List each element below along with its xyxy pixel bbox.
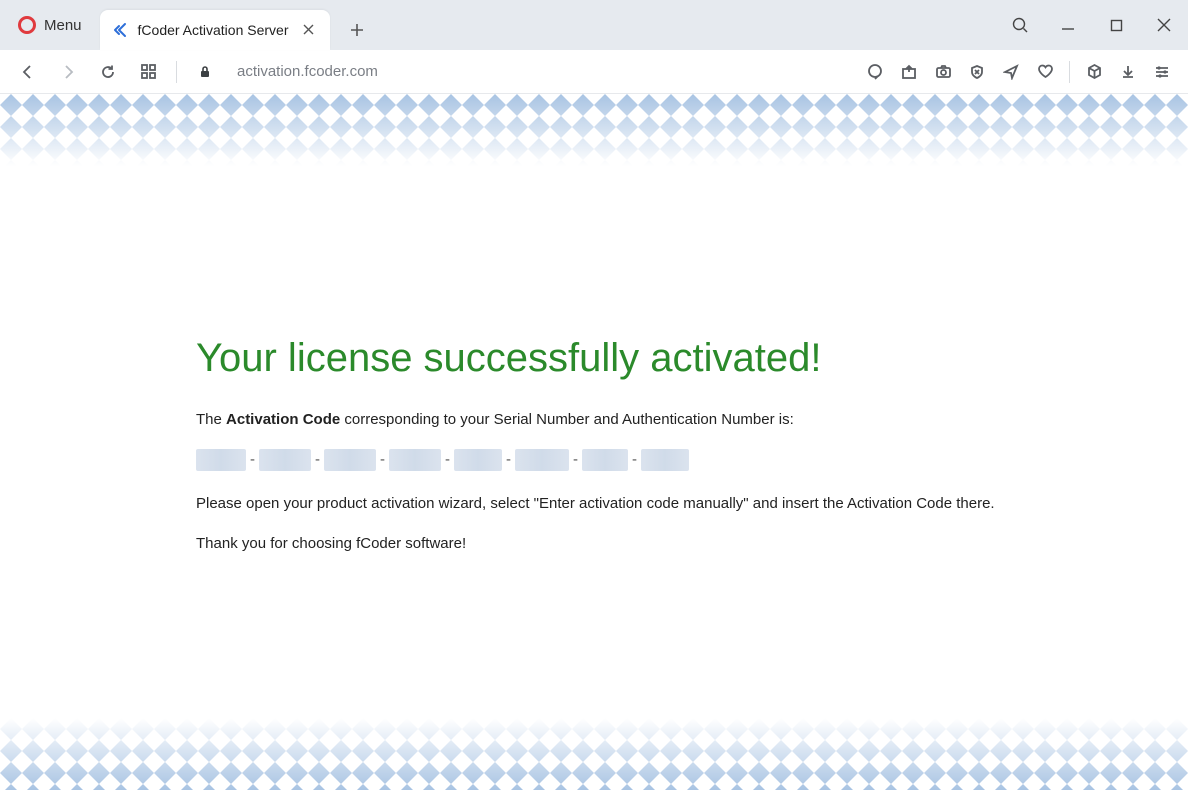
- code-segment: [582, 449, 628, 471]
- share-icon[interactable]: [893, 54, 925, 90]
- thanks-paragraph: Thank you for choosing fCoder software!: [196, 533, 1188, 555]
- code-segment: [641, 449, 689, 471]
- shield-icon[interactable]: [961, 54, 993, 90]
- decorative-band-bottom: [0, 718, 1188, 790]
- url-text[interactable]: activation.fcoder.com: [237, 63, 378, 80]
- tab-close-icon[interactable]: [299, 22, 318, 39]
- divider: [176, 61, 177, 83]
- code-separator: -: [573, 451, 578, 468]
- snapshot-icon[interactable]: [927, 54, 959, 90]
- code-segment: [515, 449, 569, 471]
- code-segment: [389, 449, 441, 471]
- new-tab-button[interactable]: [340, 13, 374, 47]
- decorative-band-top: [0, 94, 1188, 166]
- heart-icon[interactable]: [1029, 54, 1061, 90]
- code-separator: -: [380, 451, 385, 468]
- code-separator: -: [445, 451, 450, 468]
- divider: [1069, 61, 1070, 83]
- easy-setup-icon[interactable]: [1146, 54, 1178, 90]
- cube-icon[interactable]: [1078, 54, 1110, 90]
- opera-logo-icon: [18, 16, 36, 34]
- search-icon[interactable]: [996, 0, 1044, 50]
- titlebar: Menu fCoder Activation Server: [0, 0, 1188, 50]
- reload-button[interactable]: [90, 54, 126, 90]
- code-segment: [196, 449, 246, 471]
- close-icon[interactable]: [1140, 0, 1188, 50]
- tab-title: fCoder Activation Server: [138, 22, 289, 38]
- tab-active[interactable]: fCoder Activation Server: [100, 10, 330, 50]
- send-icon[interactable]: [995, 54, 1027, 90]
- browser-menu-button[interactable]: Menu: [0, 0, 100, 50]
- addressbar-right-icons: [859, 54, 1178, 90]
- page-content: Your license successfully activated! The…: [0, 166, 1188, 718]
- page-heading: Your license successfully activated!: [196, 336, 1188, 381]
- page-viewport: Your license successfully activated! The…: [0, 94, 1188, 790]
- code-separator: -: [250, 451, 255, 468]
- activation-code-row: -------: [196, 449, 1188, 471]
- intro-paragraph: The Activation Code corresponding to you…: [196, 409, 1188, 431]
- code-segment: [259, 449, 311, 471]
- back-button[interactable]: [10, 54, 46, 90]
- intro-prefix: The: [196, 411, 226, 428]
- speed-dial-icon[interactable]: [130, 54, 166, 90]
- code-segment: [454, 449, 502, 471]
- code-segment: [324, 449, 376, 471]
- code-separator: -: [632, 451, 637, 468]
- chat-icon[interactable]: [859, 54, 891, 90]
- minimize-icon[interactable]: [1044, 0, 1092, 50]
- code-separator: -: [506, 451, 511, 468]
- forward-button[interactable]: [50, 54, 86, 90]
- instruction-paragraph: Please open your product activation wiza…: [196, 493, 1188, 515]
- address-bar: activation.fcoder.com: [0, 50, 1188, 94]
- maximize-icon[interactable]: [1092, 0, 1140, 50]
- download-icon[interactable]: [1112, 54, 1144, 90]
- intro-suffix: corresponding to your Serial Number and …: [340, 411, 794, 428]
- menu-label: Menu: [44, 17, 82, 34]
- lock-icon[interactable]: [187, 54, 223, 90]
- intro-bold: Activation Code: [226, 411, 340, 428]
- window-controls: [996, 0, 1188, 50]
- favicon-icon: [112, 22, 128, 38]
- code-separator: -: [315, 451, 320, 468]
